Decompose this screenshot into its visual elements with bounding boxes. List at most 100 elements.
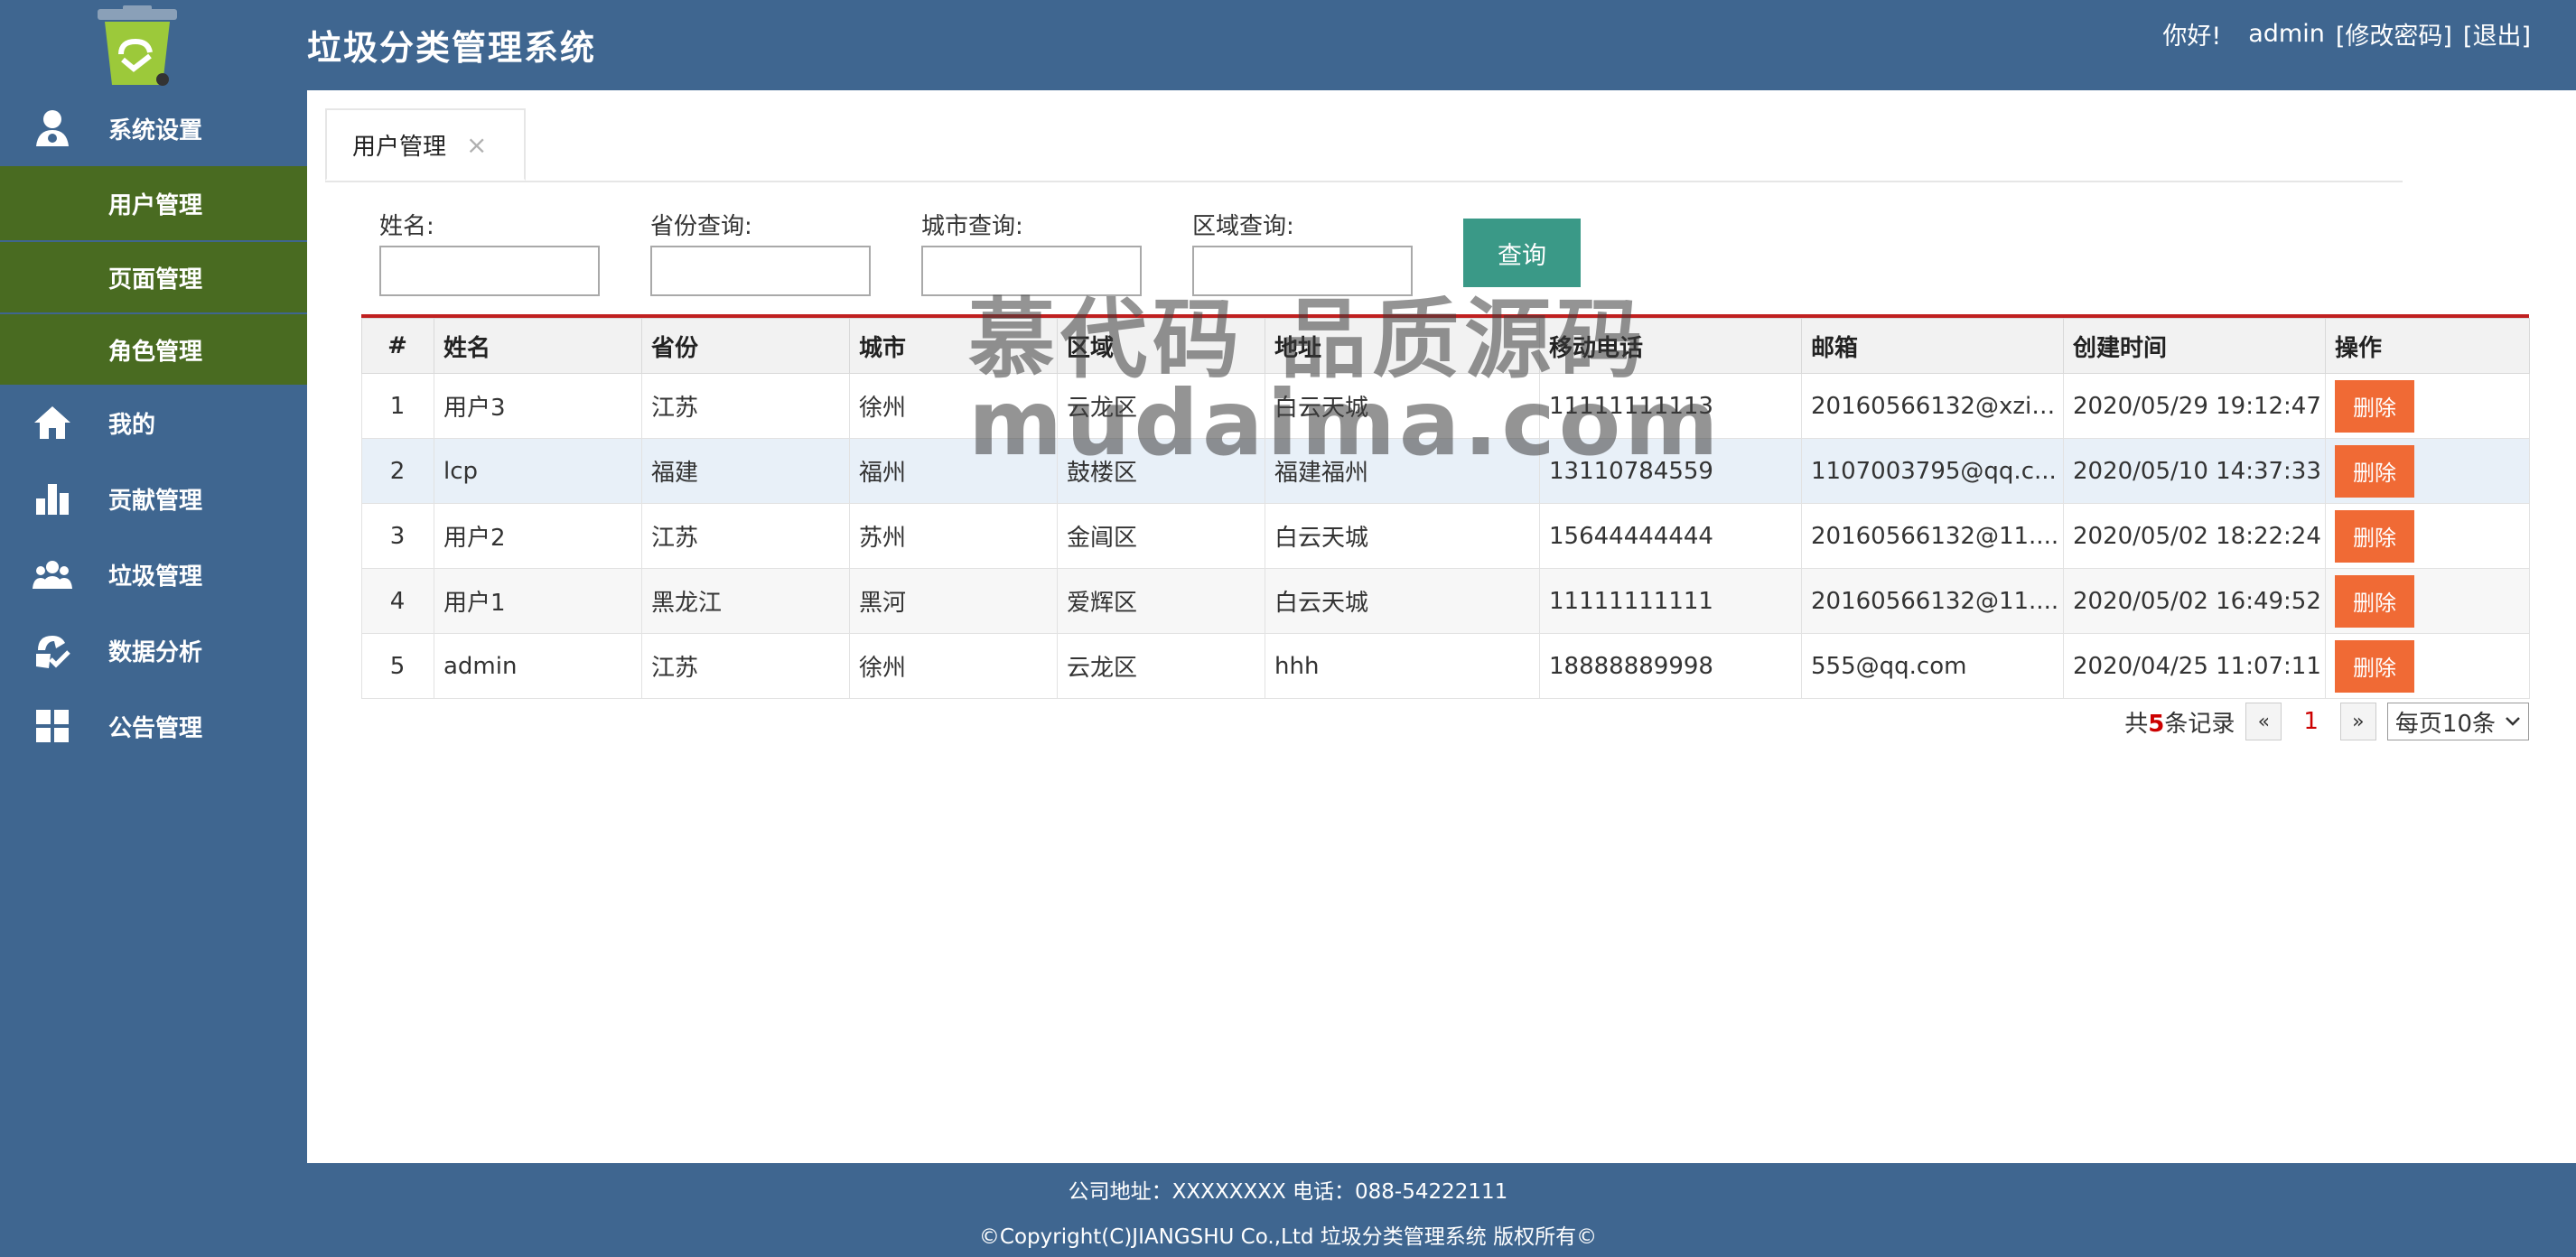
table-cell: 15644444444 <box>1539 503 1802 569</box>
table-cell: 金阊区 <box>1057 503 1265 569</box>
sidebar-item-mine[interactable]: 我的 <box>0 385 307 461</box>
footer: 公司地址：XXXXXXXX 电话：088-54222111 ©Copyright… <box>0 1163 2576 1257</box>
province-label: 省份查询: <box>650 213 752 240</box>
city-label: 城市查询: <box>921 213 1023 240</box>
table-cell: 删除 <box>2325 503 2530 569</box>
change-password-link[interactable]: [修改密码] <box>2336 16 2452 51</box>
sidebar-item-announcement[interactable]: 公告管理 <box>0 688 307 764</box>
users-group-icon <box>33 561 72 589</box>
table-cell: 删除 <box>2325 568 2530 634</box>
current-page-link[interactable]: 1 <box>2292 708 2329 735</box>
filter-name: 姓名: <box>379 208 600 296</box>
table-cell: lcp <box>434 438 642 504</box>
table-cell: 2020/05/02 16:49:52 <box>2063 568 2326 634</box>
tab-label: 用户管理 <box>352 133 447 161</box>
tab-bar: 用户管理 × <box>325 108 2403 182</box>
main-content: 用户管理 × 姓名: 省份查询: 城市查询: 区域查询: 查询 # 姓名 省份 … <box>307 90 2576 1163</box>
tab-user-management[interactable]: 用户管理 × <box>325 108 526 181</box>
home-icon <box>34 406 70 439</box>
delete-button[interactable]: 删除 <box>2335 444 2414 498</box>
sidebar-subitem-page-management[interactable]: 页面管理 <box>0 240 307 312</box>
grid-icon <box>36 710 69 742</box>
table-row: 5 admin 江苏 徐州 云龙区 hhh 18888889998 555@qq… <box>361 633 2530 699</box>
table-cell: 删除 <box>2325 438 2530 504</box>
close-icon[interactable]: × <box>466 130 487 160</box>
username-text: admin <box>2248 20 2325 48</box>
table-cell: 云龙区 <box>1057 633 1265 699</box>
table-cell: admin <box>434 633 642 699</box>
sidebar-item-label: 我的 <box>108 411 156 439</box>
name-label: 姓名: <box>379 213 434 240</box>
column-header: 创建时间 <box>2063 318 2326 374</box>
watermark-url: mudaima.com <box>968 370 1722 476</box>
per-page-select[interactable]: 每页10条 <box>2386 703 2529 740</box>
sidebar-item-contribution[interactable]: 贡献管理 <box>0 461 307 536</box>
app-title: 垃圾分类管理系统 <box>307 28 597 68</box>
table-cell: 徐州 <box>849 633 1058 699</box>
sidebar-item-label: 垃圾管理 <box>108 563 203 591</box>
table-cell: 2020/05/29 19:12:47 <box>2063 373 2326 439</box>
column-header: 操作 <box>2325 318 2530 374</box>
record-prefix: 共 <box>2124 710 2149 738</box>
name-input[interactable] <box>379 246 600 296</box>
table-cell: 江苏 <box>641 633 850 699</box>
province-input[interactable] <box>650 246 871 296</box>
sidebar-item-label: 系统设置 <box>108 116 203 144</box>
column-header: # <box>361 318 434 374</box>
sidebar-item-label: 数据分析 <box>108 638 203 666</box>
table-cell: 3 <box>361 503 434 569</box>
sidebar-item-garbage[interactable]: 垃圾管理 <box>0 536 307 612</box>
greeting-text: 你好! <box>2162 23 2222 51</box>
delete-button[interactable]: 删除 <box>2335 379 2414 433</box>
table-row: 4 用户1 黑龙江 黑河 爱辉区 白云天城 11111111111 201605… <box>361 568 2530 634</box>
trash-bin-logo-icon <box>98 5 177 86</box>
table-cell: 2020/05/02 18:22:24 <box>2063 503 2326 569</box>
table-cell: 用户2 <box>434 503 642 569</box>
delete-button[interactable]: 删除 <box>2335 639 2414 693</box>
per-page-value: 每页10条 <box>2394 710 2496 738</box>
analysis-check-icon <box>36 636 70 668</box>
column-header: 姓名 <box>434 318 642 374</box>
sidebar-item-label: 贡献管理 <box>108 487 203 515</box>
table-cell: 4 <box>361 568 434 634</box>
chevron-down-icon <box>2506 717 2520 726</box>
table-cell: 20160566132@11.... <box>1801 568 2064 634</box>
sidebar-item-system-settings[interactable]: 系统设置 <box>0 90 307 166</box>
user-settings-icon <box>36 110 69 146</box>
table-cell: 白云天城 <box>1265 568 1540 634</box>
table-cell: 11111111111 <box>1539 568 1802 634</box>
table-cell: hhh <box>1265 633 1540 699</box>
table-cell: 1107003795@qq.c... <box>1801 438 2064 504</box>
table-cell: 删除 <box>2325 633 2530 699</box>
table-cell: 苏州 <box>849 503 1058 569</box>
table-cell: 20160566132@xzit... <box>1801 373 2064 439</box>
table-cell: 爱辉区 <box>1057 568 1265 634</box>
table-cell: 1 <box>361 373 434 439</box>
footer-address: 公司地址：XXXXXXXX 电话：088-54222111 <box>1068 1180 1508 1204</box>
table-cell: 江苏 <box>641 503 850 569</box>
table-cell: 删除 <box>2325 373 2530 439</box>
table-cell: 用户1 <box>434 568 642 634</box>
delete-button[interactable]: 删除 <box>2335 509 2414 563</box>
column-header: 邮箱 <box>1801 318 2064 374</box>
record-count-text: 共5条记录 <box>2124 705 2235 739</box>
logout-link[interactable]: [退出] <box>2463 16 2531 51</box>
sidebar-item-label: 公告管理 <box>108 714 203 742</box>
record-suffix: 条记录 <box>2164 710 2235 738</box>
delete-button[interactable]: 删除 <box>2335 574 2414 628</box>
sidebar: 系统设置 用户管理 页面管理 角色管理 我的 贡献管理 垃圾管理 数据分析 公告… <box>0 90 307 1163</box>
table-cell: 用户3 <box>434 373 642 439</box>
prev-page-button[interactable]: « <box>2245 703 2282 740</box>
sidebar-subitem-role-management[interactable]: 角色管理 <box>0 312 307 385</box>
top-header: 垃圾分类管理系统 你好! admin [修改密码] [退出] <box>0 0 2576 90</box>
table-cell: 黑河 <box>849 568 1058 634</box>
district-label: 区域查询: <box>1192 213 1294 240</box>
sidebar-item-data-analysis[interactable]: 数据分析 <box>0 612 307 688</box>
table-cell: 2020/04/25 11:07:11 <box>2063 633 2326 699</box>
pagination: 共5条记录 « 1 » 每页10条 <box>2124 703 2529 740</box>
next-page-button[interactable]: » <box>2339 703 2376 740</box>
table-cell: 5 <box>361 633 434 699</box>
sidebar-subitem-user-management[interactable]: 用户管理 <box>0 166 307 240</box>
table-row: 3 用户2 江苏 苏州 金阊区 白云天城 15644444444 2016056… <box>361 503 2530 569</box>
record-count: 5 <box>2148 710 2165 738</box>
